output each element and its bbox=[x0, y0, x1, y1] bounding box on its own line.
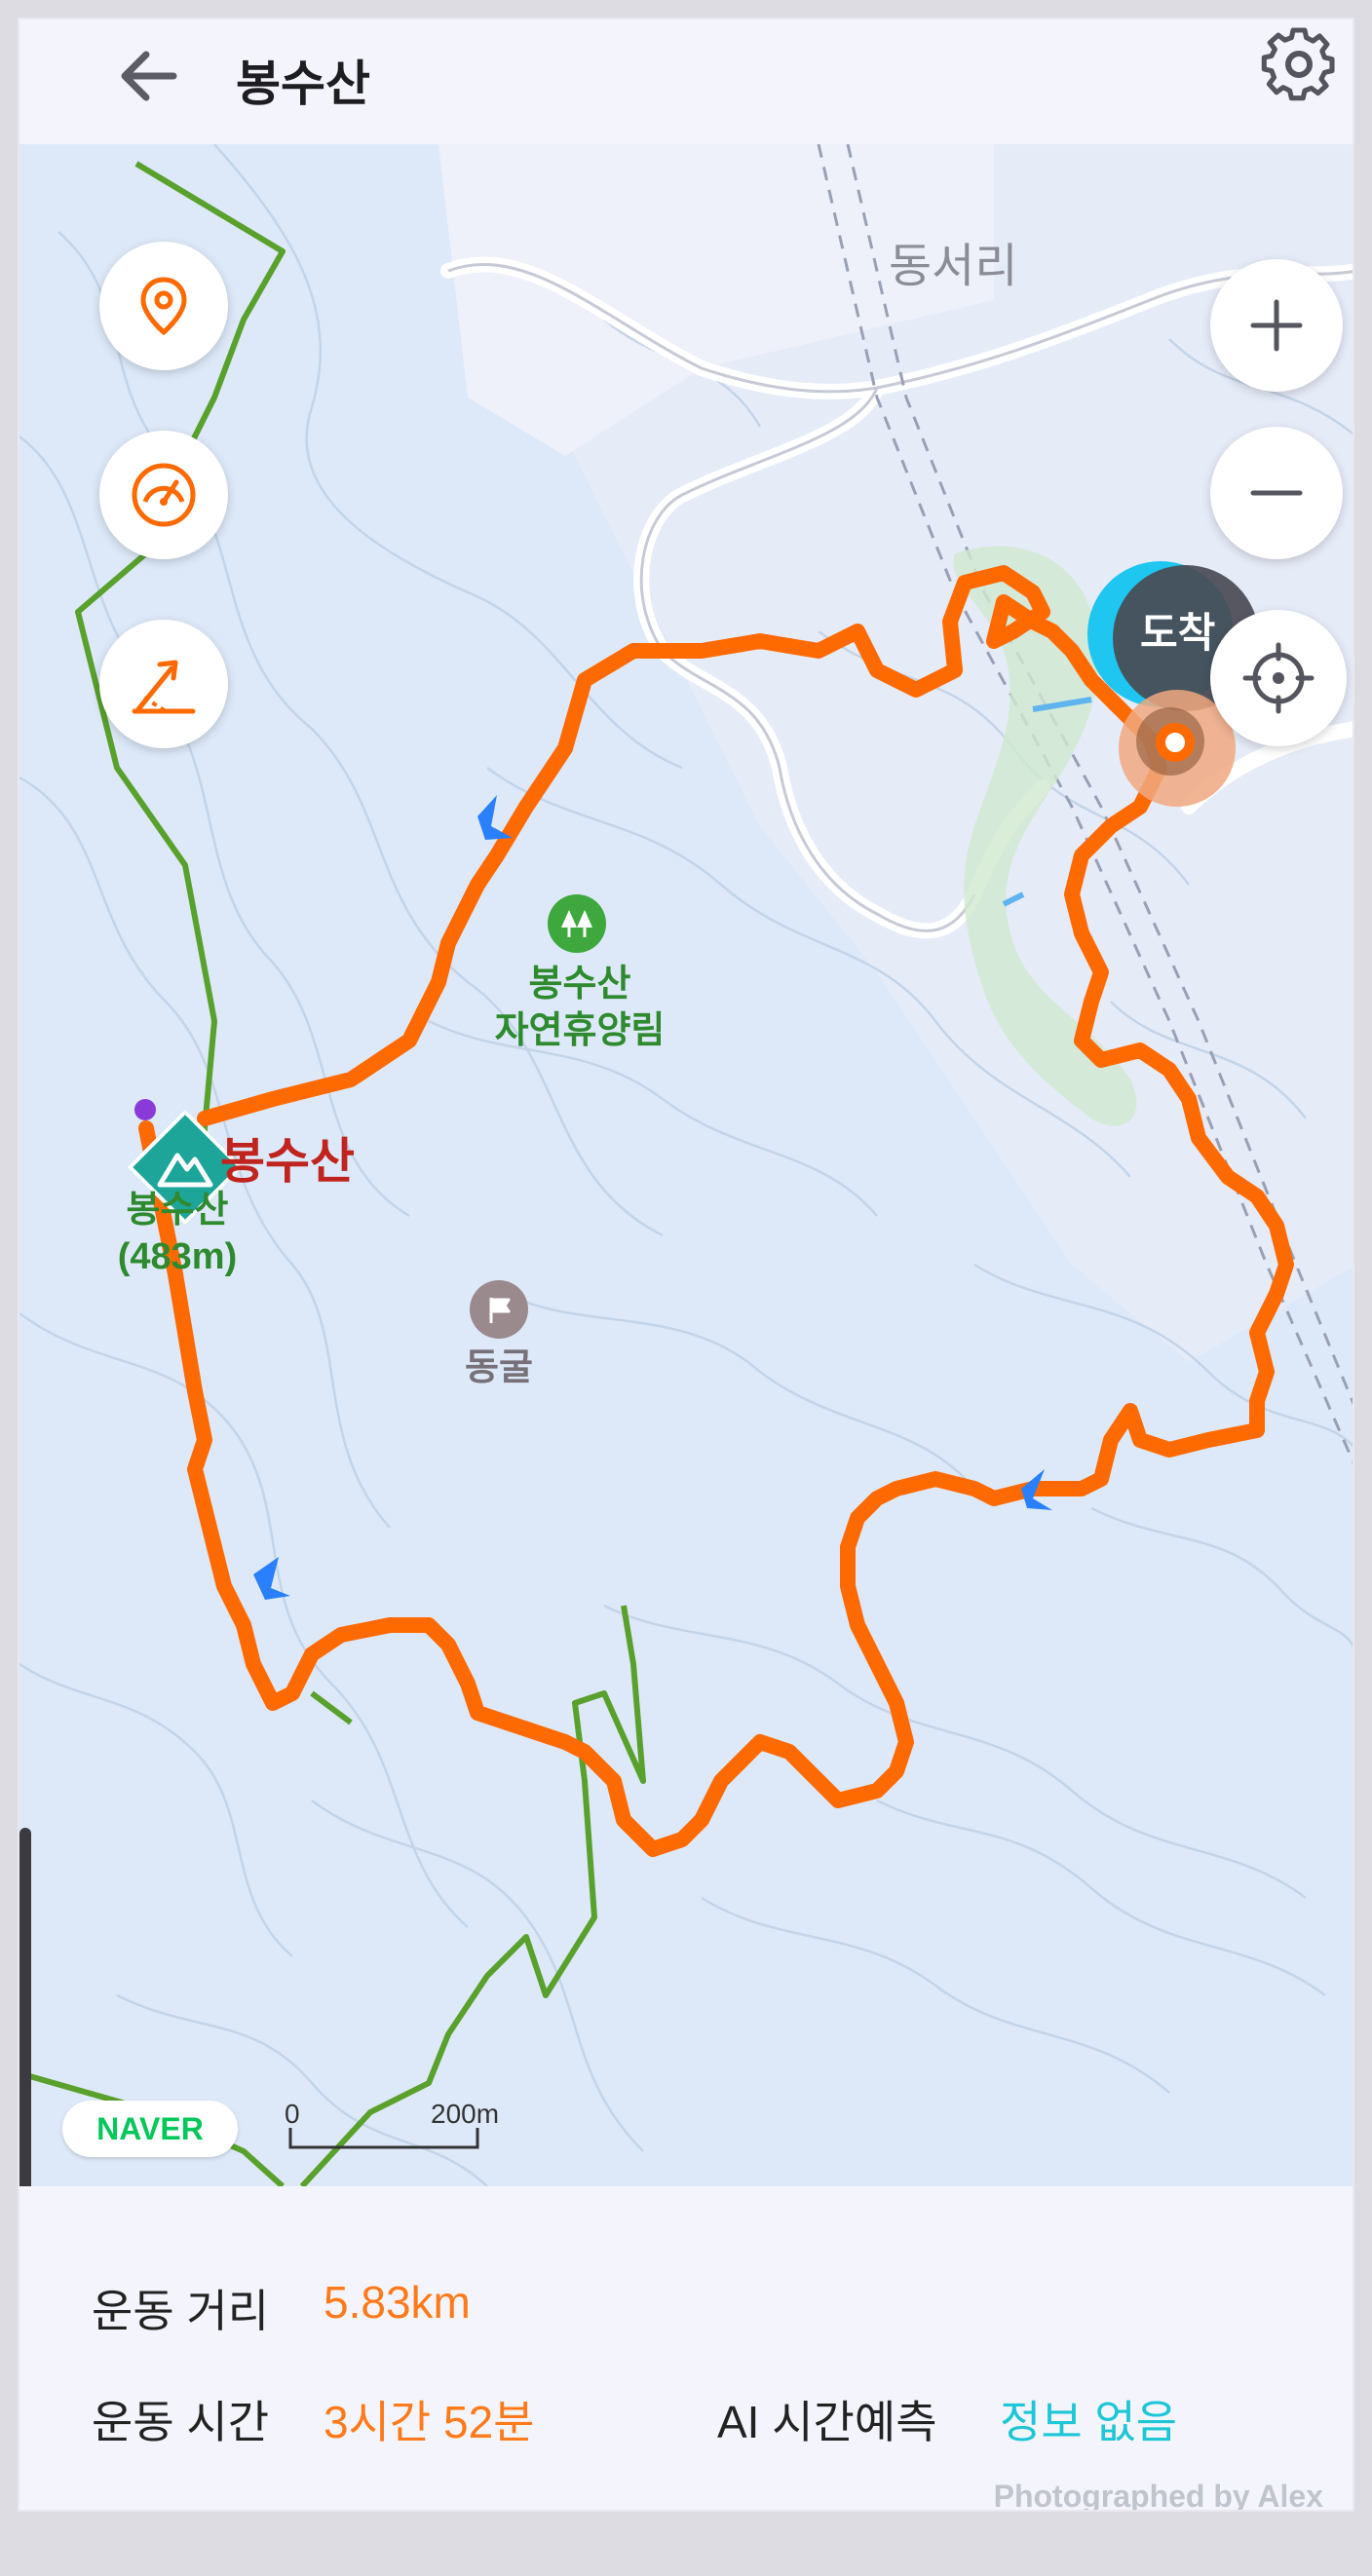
location-pin-button[interactable] bbox=[99, 242, 228, 370]
app-header: 봉수산 bbox=[19, 19, 1353, 144]
ai-prediction-value: 정보 없음 bbox=[1000, 2397, 1178, 2447]
forest-label: 봉수산 자연휴양림 bbox=[477, 961, 682, 1054]
locate-me-button[interactable] bbox=[1210, 610, 1347, 746]
scale-bar: 0 200m bbox=[285, 2099, 528, 2157]
peak-sub-label: 봉수산 (483m) bbox=[90, 1187, 265, 1280]
forest-icon[interactable] bbox=[548, 894, 606, 953]
scale-line bbox=[288, 2128, 479, 2149]
arrival-label: 도착 bbox=[1140, 610, 1216, 656]
time-label: 운동 시간 bbox=[92, 2397, 270, 2447]
altitude-icon bbox=[132, 660, 196, 714]
location-pin-icon bbox=[140, 277, 187, 336]
zoom-in-button[interactable] bbox=[1210, 259, 1343, 392]
distance-value: 5.83km bbox=[324, 2277, 471, 2328]
app-screen: 봉수산 도착 동서리 봉수산 자연휴양림 봉수산 봉수산 (483m) 동굴 N… bbox=[18, 18, 1354, 2512]
back-button[interactable] bbox=[105, 29, 199, 123]
page-title: 봉수산 bbox=[236, 57, 370, 111]
distance-label: 운동 거리 bbox=[92, 2286, 270, 2336]
gear-icon bbox=[1261, 27, 1335, 101]
peak-flag-icon bbox=[134, 1099, 156, 1120]
cave-label: 동굴 bbox=[465, 1347, 533, 1388]
naver-logo: NAVER bbox=[62, 2101, 238, 2157]
village-label: 동서리 bbox=[889, 241, 1018, 292]
peak-sub-line1: 봉수산 bbox=[126, 1190, 229, 1231]
current-location-dot bbox=[1156, 723, 1195, 762]
speedometer-button[interactable] bbox=[99, 431, 228, 559]
forest-label-line1: 봉수산 bbox=[528, 964, 631, 1004]
peak-sub-line2: (483m) bbox=[117, 1236, 238, 1277]
minus-icon bbox=[1250, 490, 1303, 496]
settings-button[interactable] bbox=[1245, 19, 1353, 127]
cave-icon[interactable] bbox=[470, 1280, 528, 1339]
forest-label-line2: 자연휴양림 bbox=[494, 1010, 666, 1051]
map-view[interactable]: 도착 동서리 봉수산 자연휴양림 봉수산 봉수산 (483m) 동굴 NAVER… bbox=[19, 144, 1353, 2186]
zoom-out-button[interactable] bbox=[1210, 427, 1343, 559]
time-value: 3시간 52분 bbox=[324, 2397, 535, 2447]
ai-prediction-label: AI 시간예측 bbox=[717, 2397, 937, 2447]
altitude-button[interactable] bbox=[99, 620, 228, 748]
speedometer-icon bbox=[132, 463, 196, 527]
watermark: Photographed by Alex bbox=[993, 2479, 1323, 2512]
crosshair-icon bbox=[1242, 642, 1315, 714]
tree-glyph bbox=[561, 910, 592, 937]
stats-panel: 운동 거리 5.83km 운동 시간 3시간 52분 AI 시간예측 정보 없음 bbox=[19, 2186, 1353, 2510]
peak-title-label: 봉수산 bbox=[220, 1134, 355, 1189]
arrow-left-icon bbox=[121, 51, 177, 101]
flag-glyph bbox=[489, 1298, 511, 1323]
plus-icon bbox=[1250, 299, 1303, 352]
